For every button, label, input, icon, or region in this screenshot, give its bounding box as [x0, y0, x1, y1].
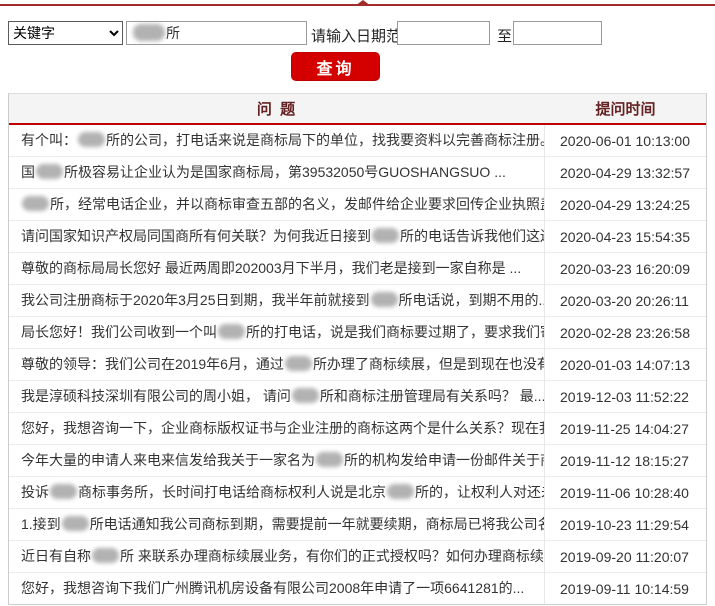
table-row[interactable]: 尊敬的领导：我们公司在2019年6月，通过 所办理了商标续展，但是到现在也没有..… — [9, 349, 706, 381]
question-time: 2020-03-23 16:20:09 — [560, 260, 690, 277]
question-cell[interactable]: 我公司注册商标于2020年3月25日到期，我半年前就接到 所电话说，到期不用的..… — [9, 285, 545, 316]
question-cell[interactable]: 国所极容易让企业认为是国家商标局，第39532050号GUOSHANGSUO .… — [9, 157, 545, 188]
censored-text-blob — [61, 516, 89, 531]
table-row[interactable]: 投诉商标事务所，长时间打电话给商标权利人说是北京所的，让权利人对还未到续... 2… — [9, 477, 706, 509]
censored-text-blob — [22, 196, 49, 211]
censored-text-blob — [218, 324, 245, 339]
question-time: 2020-02-28 23:26:58 — [560, 324, 690, 341]
table-row[interactable]: 请问国家知识产权局同国商所有何关联？为何我近日接到所的电话告诉我他们这边是知..… — [9, 221, 706, 253]
question-cell[interactable]: 1.接到 所电话通知我公司商标到期，需要提前一年就要续期，商标局已将我公司名单..… — [9, 509, 545, 540]
keyword-type-select[interactable]: 关键字 — [8, 21, 123, 45]
question-time: 2019-11-06 10:28:40 — [560, 484, 689, 501]
questions-table: 问 题 提问时间 有个叫： 所的公司，打电话来说是商标局下的单位，找我要资料以完善… — [8, 93, 707, 605]
table-row[interactable]: 所，经常电话企业，并以商标审查五部的名义，发邮件给企业要求回传企业执照盖章扫..… — [9, 189, 706, 221]
question-cell[interactable]: 今年大量的申请人来电来信发给我关于一家名为所的机构发给申请一份邮件关于商标续..… — [9, 445, 545, 476]
table-row[interactable]: 我公司注册商标于2020年3月25日到期，我半年前就接到 所电话说，到期不用的..… — [9, 285, 706, 317]
question-cell[interactable]: 您好，我想咨询下我们广州腾讯机房设备有限公司2008年申请了一项6641281的… — [9, 573, 545, 604]
question-time: 2020-04-29 13:32:57 — [560, 164, 690, 181]
table-header: 问 题 提问时间 — [9, 94, 706, 125]
keyword-input[interactable]: 所 — [126, 21, 307, 45]
censored-text-blob — [370, 292, 398, 307]
censored-text-blob — [78, 132, 105, 147]
censored-text-blob — [291, 388, 319, 403]
date-to-input[interactable] — [513, 21, 602, 45]
question-cell[interactable]: 近日有自称所 来联系办理商标续展业务，有你们的正式授权吗？如何办理商标续展... — [9, 541, 545, 572]
date-to-label: 至 — [497, 28, 513, 45]
table-row[interactable]: 您好，我想咨询一下，企业商标版权证书与企业注册的商标这两个是什么关系？现在我企业… — [9, 413, 706, 445]
search-button[interactable]: 查询 — [291, 52, 380, 81]
question-cell[interactable]: 尊敬的领导：我们公司在2019年6月，通过 所办理了商标续展，但是到现在也没有..… — [9, 349, 545, 380]
question-cell[interactable]: 局长您好！我们公司收到一个叫所的打电话，说是我们商标要过期了，要求我们寄资料..… — [9, 317, 545, 348]
table-row[interactable]: 局长您好！我们公司收到一个叫所的打电话，说是我们商标要过期了，要求我们寄资料..… — [9, 317, 706, 349]
censored-text-blob — [387, 484, 414, 499]
question-time: 2020-03-20 20:26:11 — [560, 292, 689, 309]
date-from-input[interactable] — [397, 21, 490, 45]
censored-text-blob — [92, 548, 119, 563]
question-cell[interactable]: 我是淳硕科技深圳有限公司的周小姐， 请问 所和商标注册管理局有关系吗？ 最... — [9, 381, 545, 412]
censored-text-blob — [284, 356, 312, 371]
question-cell[interactable]: 所，经常电话企业，并以商标审查五部的名义，发邮件给企业要求回传企业执照盖章扫..… — [9, 189, 545, 220]
censored-text-blob — [50, 484, 77, 499]
keyword-input-value: 所 — [132, 23, 180, 43]
table-row[interactable]: 近日有自称所 来联系办理商标续展业务，有你们的正式授权吗？如何办理商标续展...… — [9, 541, 706, 573]
question-time: 2019-09-20 11:20:07 — [560, 548, 689, 565]
question-cell[interactable]: 请问国家知识产权局同国商所有何关联？为何我近日接到所的电话告诉我他们这边是知..… — [9, 221, 545, 252]
table-row[interactable]: 有个叫： 所的公司，打电话来说是商标局下的单位，找我要资料以完善商标注册。但我..… — [9, 125, 706, 157]
table-row[interactable]: 国所极容易让企业认为是国家商标局，第39532050号GUOSHANGSUO .… — [9, 157, 706, 189]
question-time: 2019-11-25 14:04:27 — [560, 420, 689, 437]
question-cell[interactable]: 投诉商标事务所，长时间打电话给商标权利人说是北京所的，让权利人对还未到续... — [9, 477, 545, 508]
question-time: 2019-12-03 11:52:22 — [560, 388, 689, 405]
table-row[interactable]: 今年大量的申请人来电来信发给我关于一家名为所的机构发给申请一份邮件关于商标续..… — [9, 445, 706, 477]
question-time: 2020-04-29 13:24:25 — [560, 196, 690, 213]
table-row[interactable]: 您好，我想咨询下我们广州腾讯机房设备有限公司2008年申请了一项6641281的… — [9, 573, 706, 604]
censored-text-blob — [316, 452, 343, 467]
question-column-header: 问 题 — [256, 101, 298, 118]
table-body: 有个叫： 所的公司，打电话来说是商标局下的单位，找我要资料以完善商标注册。但我..… — [9, 125, 706, 604]
censored-text-blob — [133, 24, 165, 41]
question-cell[interactable]: 您好，我想咨询一下，企业商标版权证书与企业注册的商标这两个是什么关系？现在我企业… — [9, 413, 545, 444]
table-row[interactable]: 我是淳硕科技深圳有限公司的周小姐， 请问 所和商标注册管理局有关系吗？ 最... 2… — [9, 381, 706, 413]
question-time: 2019-11-12 18:15:27 — [560, 452, 689, 469]
censored-text-blob — [372, 228, 399, 243]
question-time: 2020-01-03 14:07:13 — [560, 356, 690, 373]
question-cell[interactable]: 有个叫： 所的公司，打电话来说是商标局下的单位，找我要资料以完善商标注册。但我..… — [9, 125, 545, 156]
question-time: 2019-09-11 10:14:59 — [560, 580, 689, 597]
time-column-header: 提问时间 — [595, 101, 656, 118]
censored-text-blob — [36, 164, 63, 179]
question-time: 2020-04-23 15:54:35 — [560, 228, 690, 245]
question-time: 2019-10-23 11:29:54 — [560, 516, 689, 533]
question-cell[interactable]: 尊敬的商标局局长您好 最近两周即202003月下半月，我们老是接到一家自称是 .… — [9, 253, 545, 284]
question-time: 2020-06-01 10:13:00 — [560, 132, 690, 149]
table-row[interactable]: 1.接到 所电话通知我公司商标到期，需要提前一年就要续期，商标局已将我公司名单..… — [9, 509, 706, 541]
table-row[interactable]: 尊敬的商标局局长您好 最近两周即202003月下半月，我们老是接到一家自称是 .… — [9, 253, 706, 285]
tab-pointer-icon — [355, 0, 371, 6]
